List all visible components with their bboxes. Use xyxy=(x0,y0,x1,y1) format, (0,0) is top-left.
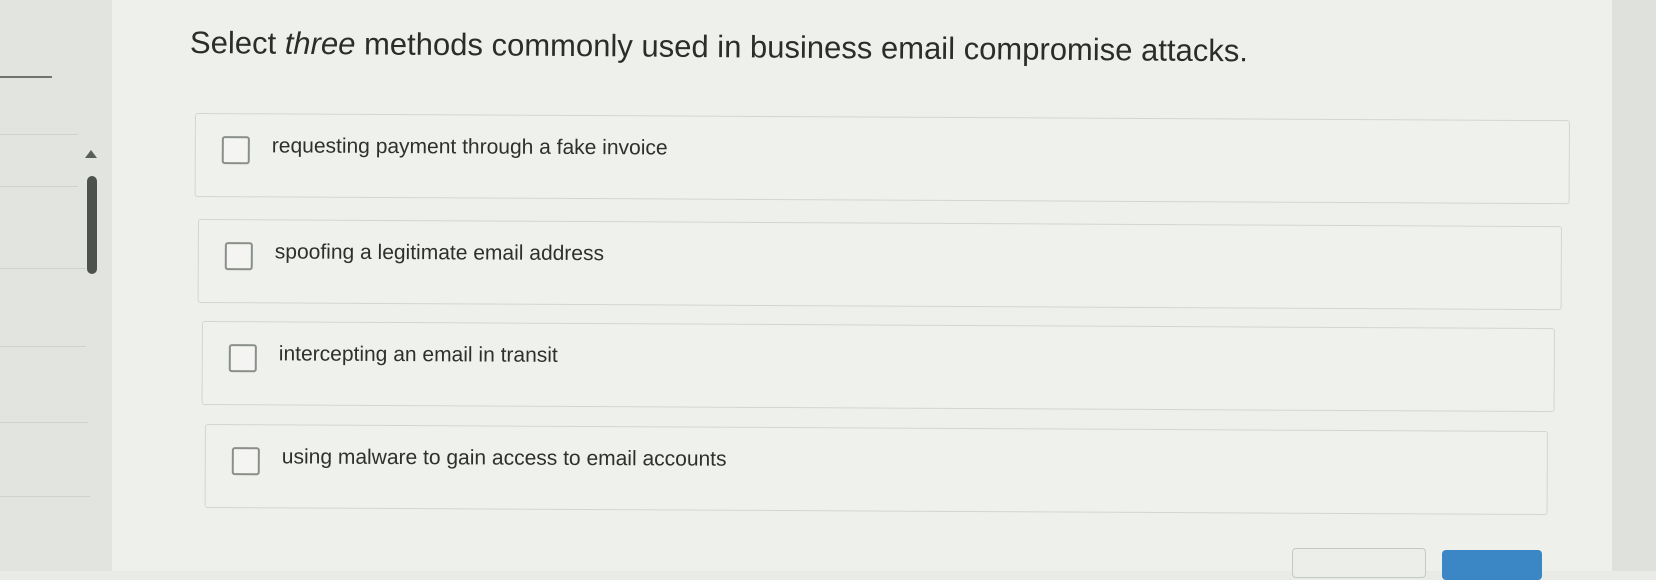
nav-divider xyxy=(0,186,78,187)
nav-divider xyxy=(0,422,88,423)
answer-option-3[interactable]: intercepting an email in transit xyxy=(201,321,1555,413)
checkbox[interactable] xyxy=(221,136,250,165)
checkbox[interactable] xyxy=(228,344,257,373)
previous-button[interactable] xyxy=(1292,548,1426,578)
scroll-up-arrow-icon[interactable] xyxy=(85,150,97,158)
nav-divider xyxy=(0,268,86,269)
checkbox[interactable] xyxy=(224,242,253,271)
checkbox[interactable] xyxy=(231,447,260,476)
nav-dash xyxy=(0,76,52,78)
answer-option-4[interactable]: using malware to gain access to email ac… xyxy=(204,424,1548,516)
answer-option-2[interactable]: spoofing a legitimate email address xyxy=(197,219,1562,311)
question-emphasis: three xyxy=(284,25,356,62)
nav-divider xyxy=(0,496,90,497)
next-button[interactable] xyxy=(1442,550,1542,580)
option-label: spoofing a legitimate email address xyxy=(274,240,605,266)
option-label: requesting payment through a fake invoic… xyxy=(271,134,668,160)
option-label: using malware to gain access to email ac… xyxy=(281,445,727,471)
nav-divider xyxy=(0,134,78,135)
answer-option-1[interactable]: requesting payment through a fake invoic… xyxy=(194,113,1570,205)
option-label: intercepting an email in transit xyxy=(278,342,558,367)
nav-divider xyxy=(0,346,86,347)
left-nav-panel xyxy=(0,0,113,571)
right-margin xyxy=(1612,0,1656,571)
scrollbar-thumb[interactable] xyxy=(87,176,97,274)
